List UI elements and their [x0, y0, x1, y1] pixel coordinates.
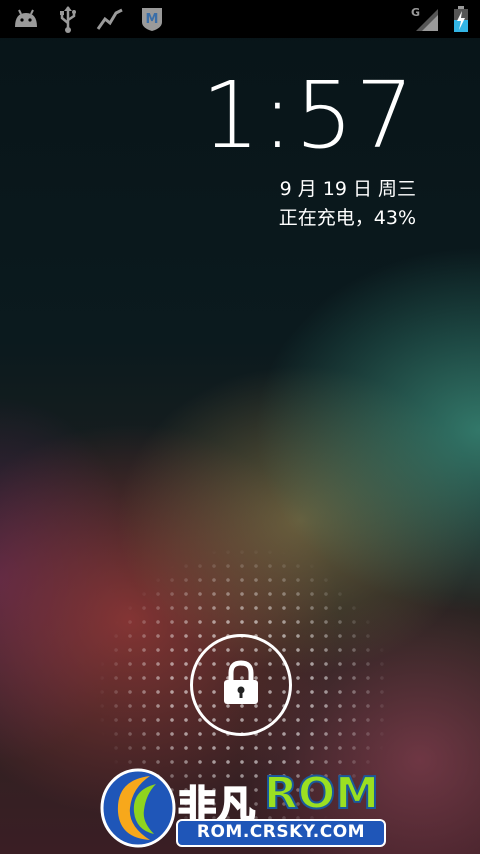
battery-charging-icon: [452, 5, 470, 33]
unlock-handle[interactable]: [190, 634, 292, 736]
system-status-icons: G: [408, 5, 480, 33]
watermark-logo: 非凡 ROM ROM.CRSKY.COM: [98, 762, 388, 850]
android-debug-icon: [12, 5, 40, 33]
svg-text:M: M: [146, 12, 159, 27]
network-type-label: G: [411, 6, 420, 19]
m-badge-app-icon: M: [138, 5, 166, 33]
lockscreen-clock: 1:57: [201, 62, 416, 169]
swirl-logo-icon: [100, 768, 176, 848]
status-bar[interactable]: M G: [0, 0, 480, 38]
lockscreen-date: 9 月 19 日 周三: [279, 178, 416, 200]
charging-status: 正在充电，43%: [278, 207, 416, 229]
notification-icons: M: [0, 5, 166, 33]
lock-icon: [221, 660, 261, 710]
activity-graph-icon: [96, 5, 124, 33]
watermark-brand-en: ROM: [263, 767, 380, 820]
watermark-url: ROM.CRSKY.COM: [176, 819, 386, 847]
signal-strength-icon: G: [408, 5, 442, 33]
usb-icon: [54, 5, 82, 33]
